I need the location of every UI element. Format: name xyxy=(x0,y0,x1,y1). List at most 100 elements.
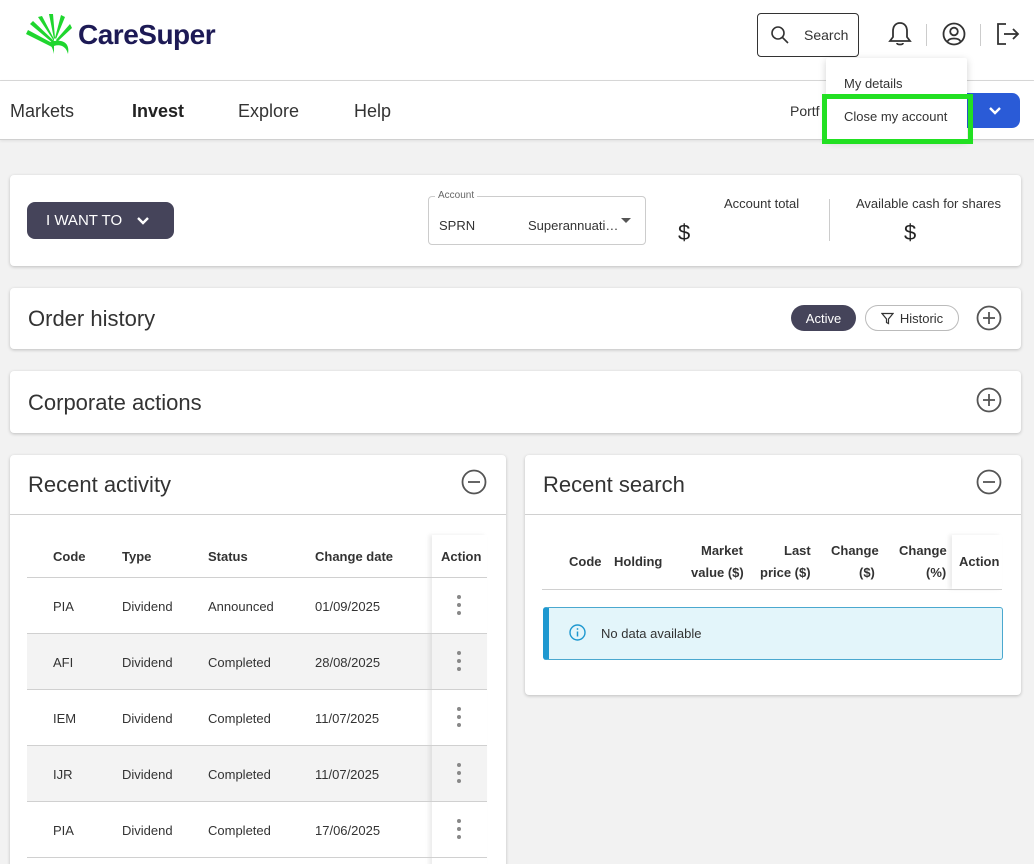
account-type: Superannuati… xyxy=(528,218,619,233)
cell-status: Completed xyxy=(208,823,271,838)
leaf-logo-icon xyxy=(26,14,72,54)
filter-active-label: Active xyxy=(805,310,842,326)
cell-code: PIA xyxy=(53,599,74,614)
column-header-code[interactable]: Code xyxy=(53,549,86,564)
row-actions-kebab-icon[interactable] xyxy=(456,819,462,843)
i-want-to-label: I WANT TO xyxy=(46,212,123,229)
column-header-action: Action xyxy=(959,554,1000,569)
column-header-last-price[interactable]: Last xyxy=(784,543,811,558)
account-total-value: $ xyxy=(678,220,691,245)
column-header-code[interactable]: Code xyxy=(569,554,602,569)
search-label: Search xyxy=(804,27,849,43)
menu-item-my-details[interactable]: My details xyxy=(844,76,903,91)
row-actions-kebab-icon[interactable] xyxy=(456,595,462,619)
column-header-change-date[interactable]: Change date xyxy=(315,549,393,564)
account-divider xyxy=(829,199,830,241)
no-data-message: No data available xyxy=(601,626,702,641)
menu-item-close-account[interactable]: Close my account xyxy=(844,109,947,124)
available-cash-value: $ xyxy=(904,220,917,245)
account-select[interactable]: Account SPRN Superannuati… xyxy=(428,190,646,245)
filter-icon xyxy=(880,312,894,324)
expand-plus-icon[interactable] xyxy=(976,305,1002,331)
cell-change-date: 17/06/2025 xyxy=(315,823,381,838)
corporate-actions-title: Corporate actions xyxy=(28,390,202,415)
column-header-change[interactable]: ($) xyxy=(859,565,875,580)
nav-item-markets[interactable]: Markets xyxy=(10,101,74,122)
row-divider xyxy=(542,589,1002,590)
portfolio-label[interactable]: Portf xyxy=(790,103,820,119)
cell-change-date: 11/07/2025 xyxy=(315,767,380,782)
expand-plus-icon[interactable] xyxy=(976,387,1002,413)
recent-search-title: Recent search xyxy=(543,472,685,497)
chevron-down-icon xyxy=(137,216,149,225)
cell-type: Dividend xyxy=(122,599,173,614)
search-button[interactable]: Search xyxy=(757,13,859,57)
action-column xyxy=(432,535,487,864)
caresuper-logo[interactable]: CareSuper xyxy=(24,14,216,56)
collapse-minus-icon[interactable] xyxy=(976,469,1002,495)
portfolio-dropdown-button[interactable] xyxy=(960,93,1020,128)
cell-status: Completed xyxy=(208,767,271,782)
available-cash-label: Available cash for shares xyxy=(856,196,1002,211)
recent-activity-title: Recent activity xyxy=(28,472,172,497)
cell-code: IEM xyxy=(53,711,77,726)
card-divider xyxy=(525,514,1021,515)
user-circle-icon[interactable] xyxy=(940,20,968,48)
row-divider xyxy=(27,633,487,634)
caret-down-icon xyxy=(621,218,631,223)
cell-type: Dividend xyxy=(122,655,173,670)
cell-change-date: 28/08/2025 xyxy=(315,655,381,670)
cell-status: Announced xyxy=(208,599,274,614)
nav-item-help[interactable]: Help xyxy=(354,101,391,122)
cell-status: Completed xyxy=(208,655,271,670)
row-actions-kebab-icon[interactable] xyxy=(456,707,462,731)
cell-status: Completed xyxy=(208,711,271,726)
account-legend: Account xyxy=(435,190,478,201)
brand-name: CareSuper xyxy=(78,19,216,50)
column-header-change-percent[interactable]: (%) xyxy=(926,565,946,580)
column-header-type[interactable]: Type xyxy=(122,549,151,564)
row-divider xyxy=(27,801,487,802)
bell-icon[interactable] xyxy=(886,20,914,48)
filter-active-button[interactable]: Active xyxy=(791,305,856,331)
column-header-status[interactable]: Status xyxy=(208,549,248,564)
nav-item-invest[interactable]: Invest xyxy=(132,101,184,122)
account-total-label: Account total xyxy=(724,196,800,211)
row-actions-kebab-icon[interactable] xyxy=(456,763,462,787)
card-divider xyxy=(10,514,506,515)
cell-type: Dividend xyxy=(122,711,173,726)
filter-historic-button[interactable]: Historic xyxy=(865,305,959,331)
column-header-market-value[interactable]: value ($) xyxy=(691,565,744,580)
nav-item-explore[interactable]: Explore xyxy=(238,101,299,122)
collapse-minus-icon[interactable] xyxy=(461,469,487,495)
logout-icon[interactable] xyxy=(994,20,1022,48)
cell-code: AFI xyxy=(53,655,74,670)
row-actions-kebab-icon[interactable] xyxy=(456,651,462,675)
search-icon xyxy=(771,26,789,44)
i-want-to-button[interactable]: I WANT TO xyxy=(27,202,174,239)
row-divider xyxy=(27,745,487,746)
filter-historic-label: Historic xyxy=(899,310,944,326)
account-bar-card: I WANT TO Account SPRN Superannuati… Acc… xyxy=(10,175,1021,266)
cell-code: PIA xyxy=(53,823,74,838)
account-number: SPRN xyxy=(439,218,476,233)
column-header-change[interactable]: Change xyxy=(831,543,879,558)
corporate-actions-card: Corporate actions xyxy=(10,371,1021,433)
cell-change-date: 11/07/2025 xyxy=(315,711,380,726)
order-history-card: Order history Active Historic xyxy=(10,288,1021,349)
cell-type: Dividend xyxy=(122,823,173,838)
column-header-market-value[interactable]: Market xyxy=(701,543,743,558)
row-divider xyxy=(27,857,487,858)
row-divider xyxy=(27,577,487,578)
column-header-change-percent[interactable]: Change xyxy=(899,543,947,558)
chevron-down-icon xyxy=(989,106,1001,115)
header-divider xyxy=(926,24,927,46)
column-header-action: Action xyxy=(441,549,482,564)
column-header-holding[interactable]: Holding xyxy=(614,554,662,569)
cell-change-date: 01/09/2025 xyxy=(315,599,381,614)
column-header-last-price[interactable]: price ($) xyxy=(760,565,811,580)
no-data-alert: No data available xyxy=(543,607,1003,660)
order-history-title: Order history xyxy=(28,306,156,331)
cell-type: Dividend xyxy=(122,767,173,782)
header-divider xyxy=(980,24,981,46)
